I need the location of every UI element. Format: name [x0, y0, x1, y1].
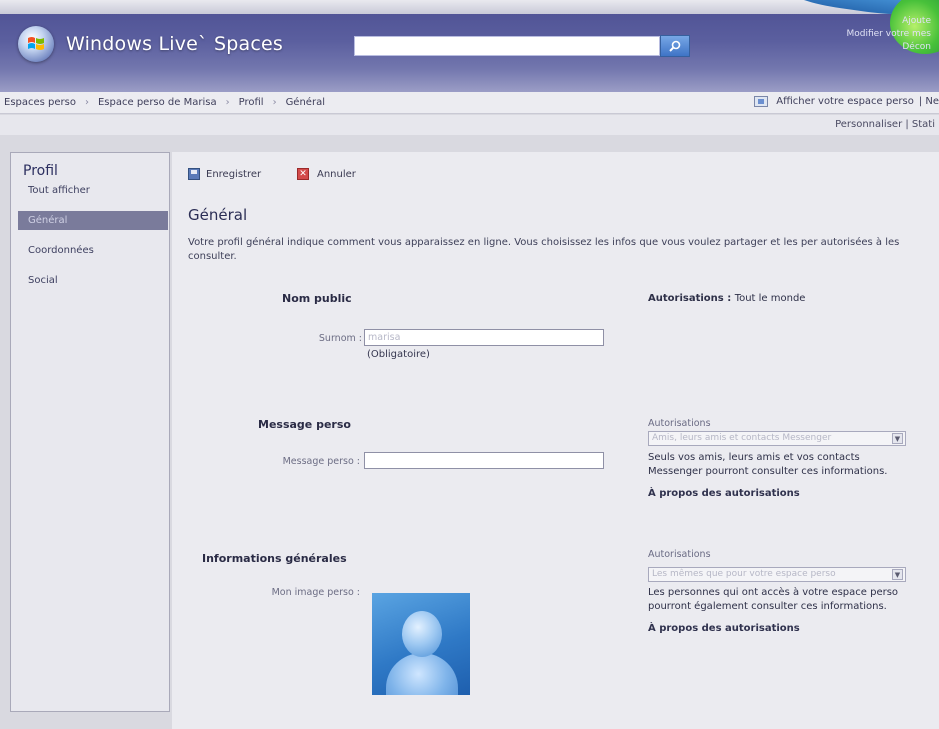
breadcrumb-spaces[interactable]: Espaces perso	[4, 97, 76, 108]
personal-message-perm-heading: Autorisations	[648, 418, 711, 429]
chevron-down-icon: ▼	[892, 433, 903, 444]
breadcrumb-general: Général	[285, 97, 325, 108]
nickname-label: Surnom :	[318, 333, 362, 344]
avatar[interactable]	[372, 593, 470, 695]
cancel-label: Annuler	[317, 168, 356, 180]
breadcrumb-separator: ›	[225, 97, 230, 108]
edit-link[interactable]: Modifier votre mes	[846, 29, 931, 39]
sidebar-item-social[interactable]: Social	[18, 271, 168, 290]
my-image-label: Mon image perso :	[271, 587, 360, 598]
general-info-perm-desc-2: pourront également consulter ces informa…	[648, 601, 887, 612]
sidebar-title: Profil	[23, 163, 58, 179]
customize-links[interactable]: Personnaliser | Stati	[835, 119, 935, 130]
view-space-label: Afficher votre espace perso	[776, 96, 914, 107]
save-button[interactable]: Enregistrer	[188, 168, 261, 180]
personal-message-perm-desc-2: Messenger pourront consulter ces informa…	[648, 466, 888, 477]
page-title: Général	[188, 206, 248, 224]
more-links[interactable]: | Ne	[919, 96, 939, 107]
breadcrumb-profile[interactable]: Profil	[239, 97, 264, 108]
windows-logo-icon[interactable]	[18, 26, 54, 62]
avatar-body-shape	[386, 653, 458, 695]
sub-toolbar: Personnaliser | Stati	[0, 115, 939, 135]
nickname-field[interactable]: marisa	[364, 329, 604, 346]
search-input[interactable]	[354, 36, 660, 56]
general-info-perm-heading: Autorisations	[648, 549, 711, 560]
main-panel: Enregistrer ✕ Annuler Général Votre prof…	[172, 152, 939, 729]
general-info-heading: Informations générales	[202, 552, 347, 565]
view-space-link[interactable]: Afficher votre espace perso | Ne	[754, 96, 939, 107]
breadcrumb: Espaces perso › Espace perso de Marisa ›…	[0, 92, 939, 114]
personal-message-perm-select[interactable]: Amis, leurs amis et contacts Messenger ▼	[648, 431, 906, 446]
search-button[interactable]	[660, 35, 690, 57]
sign-out-link[interactable]: Décon	[902, 42, 931, 52]
brand-title[interactable]: Windows Live` Spaces	[66, 33, 283, 55]
public-name-permissions: Autorisations : Tout le monde	[648, 292, 805, 306]
save-icon	[188, 168, 200, 180]
profile-sidebar: Profil Tout afficher Général Coordonnées…	[10, 152, 170, 712]
sidebar-item-show-all[interactable]: Tout afficher	[18, 181, 168, 200]
cancel-button[interactable]: ✕ Annuler	[297, 168, 356, 180]
personal-message-label: Message perso :	[282, 456, 360, 467]
top-header: Windows Live` Spaces Ajoute Modifier vot…	[0, 0, 939, 92]
general-info-perm-desc-1: Les personnes qui ont accès à votre espa…	[648, 587, 899, 598]
public-name-heading: Nom public	[282, 292, 352, 305]
view-space-icon	[754, 96, 769, 107]
breadcrumb-marisa-space[interactable]: Espace perso de Marisa	[98, 97, 217, 108]
perm-select-value: Les mêmes que pour votre espace perso	[652, 569, 836, 579]
breadcrumb-separator: ›	[84, 97, 89, 108]
required-note: (Obligatoire)	[367, 349, 430, 360]
about-permissions-link[interactable]: À propos des autorisations	[648, 623, 800, 634]
search-icon	[669, 40, 681, 52]
personal-message-field[interactable]	[364, 452, 604, 469]
perm-select-value: Amis, leurs amis et contacts Messenger	[652, 433, 832, 443]
chevron-down-icon: ▼	[892, 569, 903, 580]
breadcrumb-separator: ›	[272, 97, 277, 108]
avatar-head-shape	[402, 611, 442, 657]
sidebar-item-contact[interactable]: Coordonnées	[18, 241, 168, 260]
about-permissions-link[interactable]: À propos des autorisations	[648, 488, 800, 499]
intro-text: Votre profil général indique comment vou…	[188, 237, 900, 262]
sidebar-item-general[interactable]: Général	[18, 211, 168, 230]
permissions-value: Tout le monde	[734, 293, 806, 304]
cancel-icon: ✕	[297, 168, 309, 180]
save-label: Enregistrer	[206, 168, 262, 180]
permissions-label: Autorisations :	[648, 293, 732, 304]
general-info-perm-select[interactable]: Les mêmes que pour votre espace perso ▼	[648, 567, 906, 582]
personal-message-heading: Message perso	[258, 418, 351, 431]
personal-message-perm-desc-1: Seuls vos amis, leurs amis et vos contac…	[648, 452, 860, 463]
add-link[interactable]: Ajoute	[902, 16, 931, 26]
